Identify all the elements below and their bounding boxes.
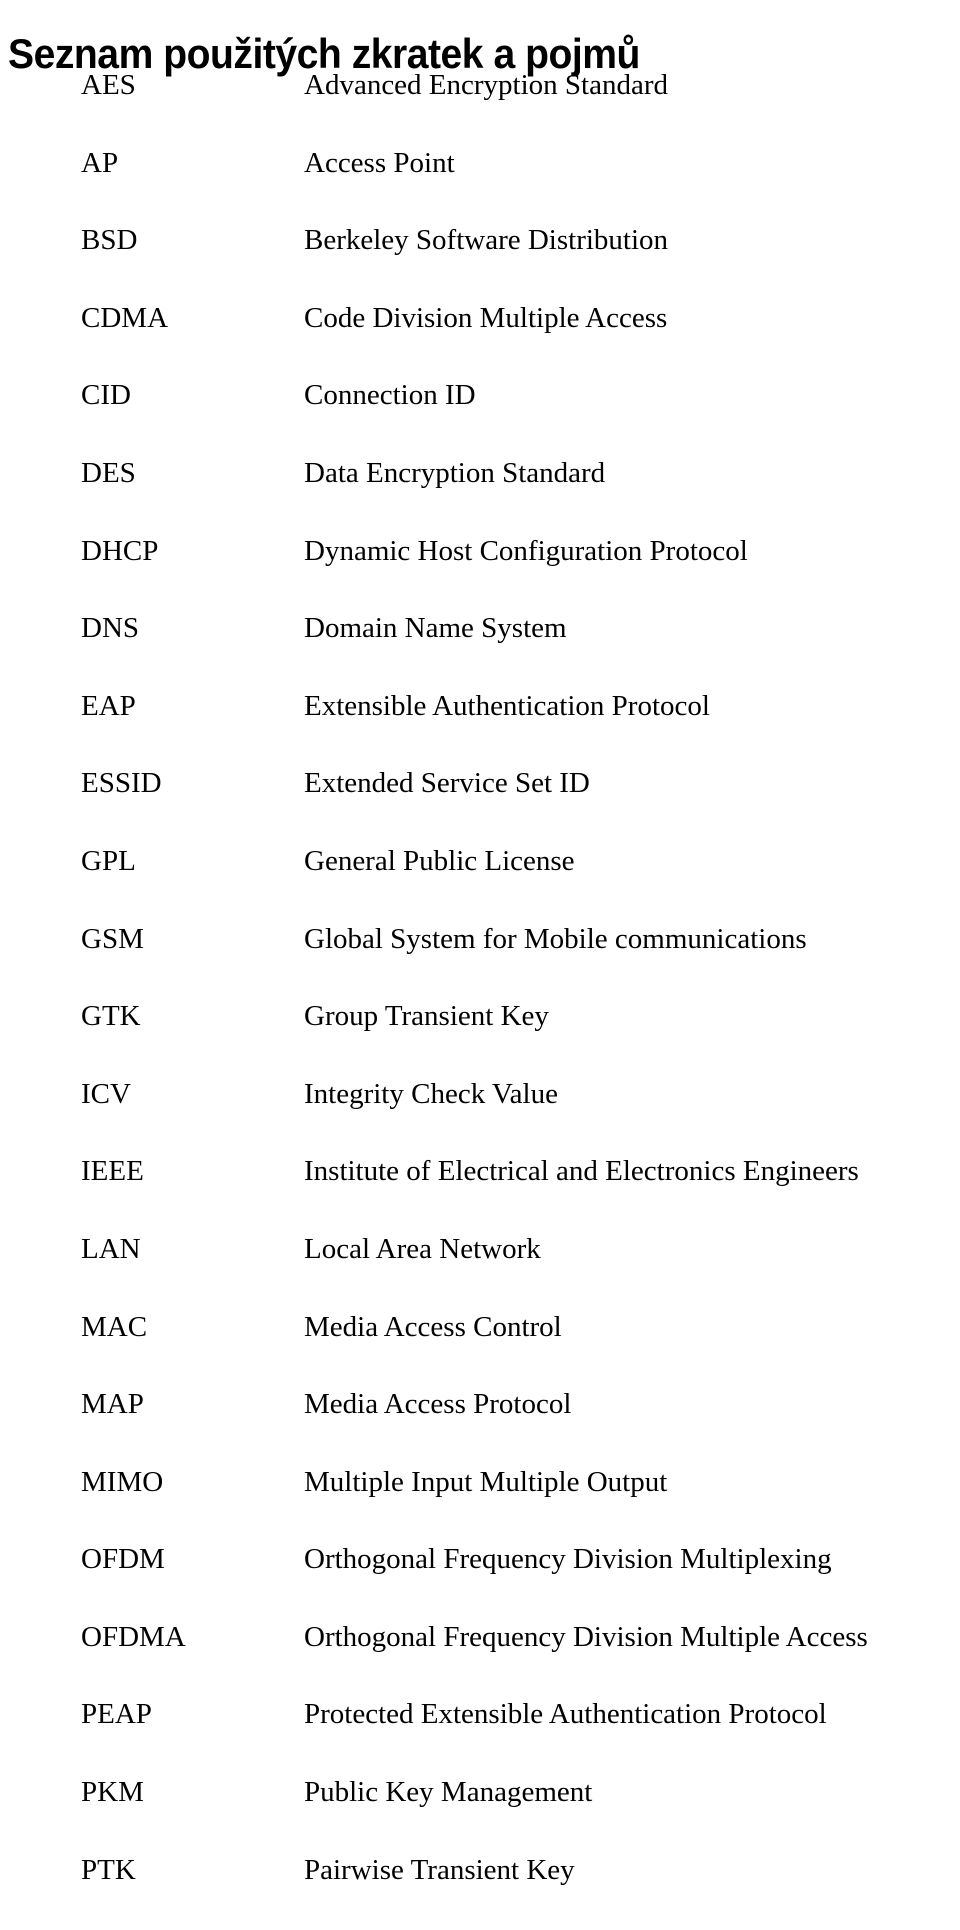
abbreviation-row: OFDM Orthogonal Frequency Division Multip… [0, 1542, 960, 1620]
abbreviation-row: BSD Berkeley Software Distribution [0, 223, 960, 301]
abbreviation-definition: Local Area Network [304, 1232, 541, 1265]
abbreviation-row: LAN Local Area Network [0, 1232, 960, 1310]
abbreviation-definition: Group Transient Key [304, 1000, 549, 1033]
abbreviation-definition: Dynamic Host Configuration Protocol [304, 534, 748, 567]
abbreviation-row: DHCP Dynamic Host Configuration Protocol [0, 534, 960, 612]
abbreviation-term: MAC [81, 1310, 148, 1343]
abbreviation-row: ICV Integrity Check Value [0, 1077, 960, 1155]
abbreviation-row: ESSID Extended Service Set ID [0, 766, 960, 844]
abbreviation-definition: Institute of Electrical and Electronics … [304, 1155, 859, 1188]
abbreviation-term: AES [81, 69, 136, 101]
abbreviation-row: MAC Media Access Control [0, 1310, 960, 1388]
abbreviation-row: PTK Pairwise Transient Key [0, 1853, 960, 1930]
abbreviation-definition: Code Division Multiple Access [304, 301, 668, 334]
abbreviation-definition: Integrity Check Value [304, 1077, 558, 1110]
abbreviation-term: DNS [81, 612, 140, 645]
abbreviation-term: MIMO [81, 1465, 164, 1498]
abbreviation-term: LAN [81, 1232, 141, 1265]
abbreviation-row: PKM Public Key Management [0, 1775, 960, 1853]
abbreviation-term: OFDMA [81, 1620, 186, 1653]
abbreviation-term: ICV [81, 1077, 131, 1110]
abbreviation-definition: Multiple Input Multiple Output [304, 1465, 668, 1498]
abbreviation-definition: Extended Service Set ID [304, 767, 590, 800]
abbreviation-row: GPL General Public License [0, 844, 960, 922]
abbreviation-definition: Connection ID [304, 379, 476, 412]
abbreviation-row: GTK Group Transient Key [0, 999, 960, 1077]
abbreviation-definition: Media Access Protocol [304, 1388, 572, 1421]
abbreviation-term: CDMA [81, 301, 169, 334]
abbreviation-term: DHCP [81, 534, 159, 567]
abbreviation-list: AES Advanced Encryption Standard AP Access … [0, 68, 960, 1930]
abbreviation-row: OFDMA Orthogonal Frequency Division Multi… [0, 1620, 960, 1698]
abbreviation-row: CID Connection ID [0, 378, 960, 456]
abbreviation-row: DNS Domain Name System [0, 611, 960, 689]
abbreviation-row: GSM Global System for Mobile communicatio… [0, 922, 960, 1000]
abbreviation-row: CDMA Code Division Multiple Access [0, 301, 960, 379]
abbreviation-term: CID [81, 379, 131, 412]
abbreviation-definition: Data Encryption Standard [304, 456, 606, 489]
abbreviation-term: MAP [81, 1388, 144, 1421]
abbreviation-term: GSM [81, 922, 144, 955]
abbreviation-definition: Advanced Encryption Standard [304, 69, 669, 101]
abbreviation-term: AP [81, 146, 119, 179]
abbreviation-term: GTK [81, 1000, 141, 1033]
abbreviation-term: PEAP [81, 1698, 152, 1731]
abbreviation-definition: Orthogonal Frequency Division Multiple A… [304, 1620, 868, 1653]
abbreviation-definition: Protected Extensible Authentication Prot… [304, 1698, 827, 1731]
abbreviation-definition: Access Point [304, 146, 455, 179]
abbreviation-term: DES [81, 456, 136, 489]
abbreviation-term: ESSID [81, 767, 162, 800]
abbreviation-row: AES Advanced Encryption Standard [0, 68, 960, 146]
abbreviation-row: IEEE Institute of Electrical and Electron… [0, 1154, 960, 1232]
abbreviation-definition: Orthogonal Frequency Division Multiplexi… [304, 1543, 832, 1576]
abbreviation-definition: Extensible Authentication Protocol [304, 689, 710, 722]
abbreviation-term: BSD [81, 224, 138, 257]
abbreviation-row: MIMO Multiple Input Multiple Output [0, 1465, 960, 1543]
abbreviation-definition: Pairwise Transient Key [304, 1853, 575, 1886]
abbreviation-row: AP Access Point [0, 146, 960, 224]
abbreviation-definition: General Public License [304, 844, 575, 877]
abbreviation-definition: Berkeley Software Distribution [304, 224, 669, 257]
abbreviation-row: PEAP Protected Extensible Authentication … [0, 1697, 960, 1775]
abbreviation-term: PKM [81, 1776, 144, 1809]
abbreviation-definition: Public Key Management [304, 1776, 593, 1809]
abbreviation-row: DES Data Encryption Standard [0, 456, 960, 534]
abbreviation-definition: Media Access Control [304, 1310, 562, 1343]
abbreviation-term: IEEE [81, 1155, 144, 1188]
abbreviation-definition: Global System for Mobile communications [304, 922, 807, 955]
abbreviation-term: OFDM [81, 1543, 165, 1576]
abbreviation-term: EAP [81, 689, 136, 722]
abbreviation-row: EAP Extensible Authentication Protocol [0, 689, 960, 767]
abbreviation-row: MAP Media Access Protocol [0, 1387, 960, 1465]
abbreviation-definition: Domain Name System [304, 612, 567, 645]
abbreviation-term: GPL [81, 844, 136, 877]
abbreviation-term: PTK [81, 1853, 136, 1886]
